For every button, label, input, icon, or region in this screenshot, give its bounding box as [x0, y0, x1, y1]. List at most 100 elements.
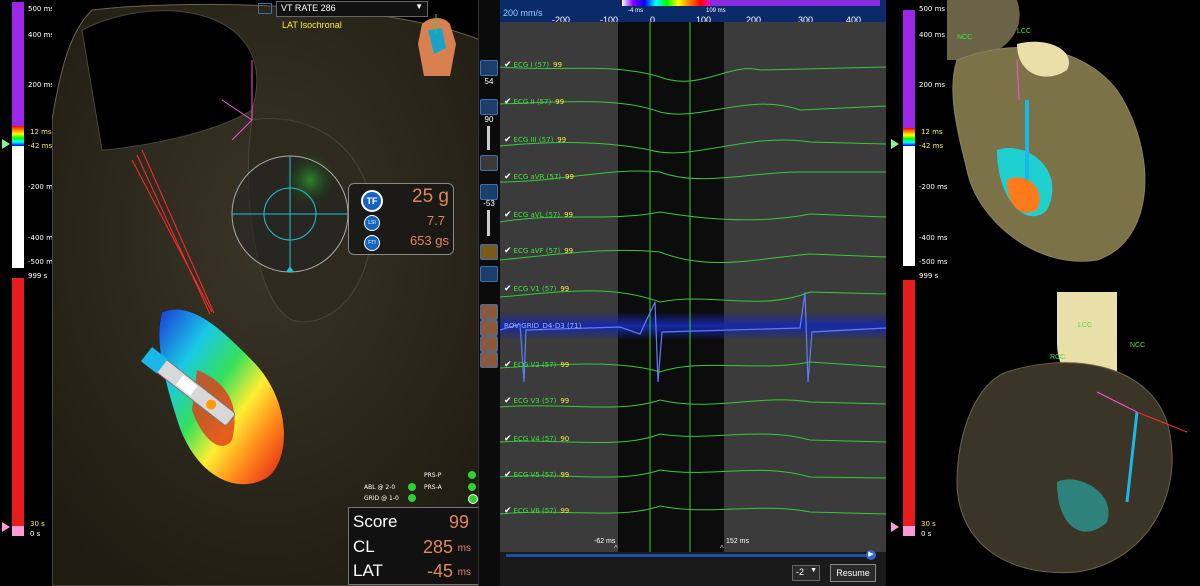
chevron-down-icon: ▼ — [810, 567, 817, 574]
marker-right-caret-icon[interactable]: ^ — [720, 544, 724, 553]
scale-label: 12 ms — [921, 128, 943, 136]
ecg-channel-label[interactable]: ✔ ECG II (57) 99 — [504, 97, 564, 107]
checkmark-icon: ✔ — [504, 172, 512, 182]
torso-view-button[interactable] — [480, 336, 498, 352]
map-icon — [258, 3, 272, 14]
cl-value: 285 — [422, 537, 453, 557]
scale-handle-icon[interactable] — [2, 139, 10, 149]
scale-label: 500 ms — [919, 5, 946, 13]
torso-orientation-icon[interactable] — [410, 14, 462, 82]
cut-button[interactable] — [480, 184, 498, 200]
score-box: Score 99 CL 285 ms LAT -45 ms — [348, 507, 480, 585]
lat-label: LAT — [353, 561, 383, 580]
ecg-channel-label[interactable]: ROV GRID_D4-D3 (71) — [504, 322, 585, 330]
layers-button[interactable] — [480, 266, 498, 282]
map-selector-dropdown[interactable]: VT RATE 286 ▼ — [276, 1, 428, 17]
scale-label: 400 ms — [28, 31, 55, 39]
marker-right-label[interactable]: 152 ms — [726, 538, 749, 545]
ecg-panel[interactable]: 200 mm/s -200 -100 0 100 200 300 400 -4 … — [500, 0, 886, 586]
scale-label: 12 ms — [30, 128, 52, 136]
settings-led[interactable] — [468, 494, 478, 504]
ecg-channel-label[interactable]: ✔ ECG V4 (57) 90 — [504, 434, 569, 444]
cl-label: CL — [353, 537, 375, 556]
toolbar-slider[interactable] — [487, 210, 490, 236]
torso-view-button[interactable] — [480, 304, 498, 320]
ncc-label-top: NCC — [957, 34, 973, 41]
marker-left-caret-icon[interactable]: ^ — [614, 544, 618, 553]
checkmark-icon: ✔ — [504, 210, 512, 220]
lcc-label-top: LCC — [1017, 28, 1032, 35]
zoom-dropdown[interactable]: -2 ▼ — [792, 565, 820, 581]
ecg-channel-label[interactable]: ✔ ECG V3 (57) 99 — [504, 396, 569, 406]
checkmark-icon: ✔ — [504, 60, 512, 70]
fti-badge: FTI — [364, 235, 380, 251]
scale-label: -42 ms — [919, 142, 944, 150]
rotate-button[interactable] — [480, 99, 498, 115]
zoom-fit-button[interactable] — [480, 60, 498, 76]
scale-label: 500 ms — [28, 5, 55, 13]
ecg-channel-label[interactable]: ✔ ECG aVF (57) 99 — [504, 246, 573, 256]
map-subtitle: LAT Isochronal — [282, 20, 342, 30]
scale-label: 30 s — [921, 520, 936, 528]
window-left-label: -4 ms — [628, 8, 643, 14]
ecg-channel-label[interactable]: ✔ ECG V1 (57) 99 — [504, 284, 569, 294]
prs-p-label: PRS-P — [424, 472, 442, 479]
scale-handle-icon[interactable] — [891, 139, 899, 149]
window-end-bar — [710, 0, 880, 6]
right-color-scale[interactable]: 500 ms 400 ms 200 ms 12 ms -42 ms -200 m… — [887, 0, 948, 586]
cl-unit: ms — [457, 543, 471, 554]
scale-pink-segment — [12, 526, 24, 536]
scale-label: -400 ms — [919, 234, 948, 242]
torso-view-button[interactable] — [480, 352, 498, 368]
main-3d-map-view[interactable]: VT RATE 286 ▼ LAT Isochronal TF LSI FTI … — [52, 0, 480, 586]
scale-label: 200 ms — [28, 81, 55, 89]
score-value: 99 — [448, 512, 469, 532]
map-selector-label: VT RATE 286 — [281, 3, 336, 13]
scale-label: 400 ms — [919, 31, 946, 39]
scale-handle-icon[interactable] — [2, 522, 10, 532]
secondary-3d-view-top[interactable]: NCC LCC — [947, 0, 1200, 272]
left-color-scale[interactable]: 500 ms 400 ms 200 ms 12 ms -42 ms -200 m… — [0, 0, 57, 586]
torso-view-button[interactable] — [480, 320, 498, 336]
chevron-down-icon: ▼ — [415, 2, 423, 11]
ecg-channel-label[interactable]: ✔ ECG I (57) 99 — [504, 60, 562, 70]
checkmark-icon: ✔ — [504, 360, 512, 370]
ecg-channel-label[interactable]: ✔ ECG V6 (57) 99 — [504, 506, 569, 516]
fti-value: 653 gs — [409, 233, 449, 248]
lock-button[interactable] — [480, 244, 498, 260]
camera-button[interactable] — [480, 155, 498, 171]
toolbar-slider[interactable] — [487, 126, 490, 150]
prs-a-led — [468, 483, 476, 491]
ecg-channel-label[interactable]: ✔ ECG aVR (57) 99 — [504, 172, 574, 182]
scale-handle-icon[interactable] — [891, 522, 899, 532]
checkmark-icon: ✔ — [504, 396, 512, 406]
scale-rainbow-segment — [903, 128, 915, 146]
toolbar-value-2: 90 — [484, 115, 494, 124]
checkmark-icon: ✔ — [504, 97, 512, 107]
ecg-timeline-scrollbar[interactable] — [506, 554, 870, 557]
play-icon[interactable]: ▶ — [866, 550, 876, 560]
lat-value: -45 — [426, 561, 453, 581]
force-readout-panel: TF LSI FTI 25 g 7.7 653 gs — [348, 183, 454, 255]
ecg-channel-label[interactable]: ✔ ECG V5 (57) 99 — [504, 470, 569, 480]
checkmark-icon: ✔ — [504, 506, 512, 516]
scale-label: 0 s — [30, 530, 41, 538]
window-right-label: 109 ms — [706, 8, 726, 14]
scale-white-segment — [12, 146, 24, 268]
ncc-label-bottom: NCC — [1130, 342, 1146, 349]
aortic-root-render-bottom — [956, 292, 1188, 574]
scale-red-segment — [12, 278, 24, 526]
scale-pink-segment — [903, 526, 915, 536]
lsi-badge: LSI — [364, 215, 380, 231]
ecg-channel-label[interactable]: ✔ ECG aVL (57) 99 — [504, 210, 573, 220]
scale-label: 0 s — [921, 530, 932, 538]
scale-label: 999 s — [28, 272, 48, 280]
prs-a-label: PRS-A — [424, 484, 442, 491]
ecg-channel-label[interactable]: ✔ ECG III (57) 99 — [504, 135, 566, 145]
scale-purple-segment — [12, 2, 24, 126]
resume-button[interactable]: Resume — [830, 564, 876, 582]
marker-left-label[interactable]: -62 ms — [594, 538, 615, 545]
checkmark-icon: ✔ — [504, 434, 512, 444]
secondary-3d-view-bottom[interactable]: LCC RCC NCC — [947, 282, 1200, 586]
ecg-channel-label[interactable]: ✔ ECG V2 (57) 99 — [504, 360, 569, 370]
